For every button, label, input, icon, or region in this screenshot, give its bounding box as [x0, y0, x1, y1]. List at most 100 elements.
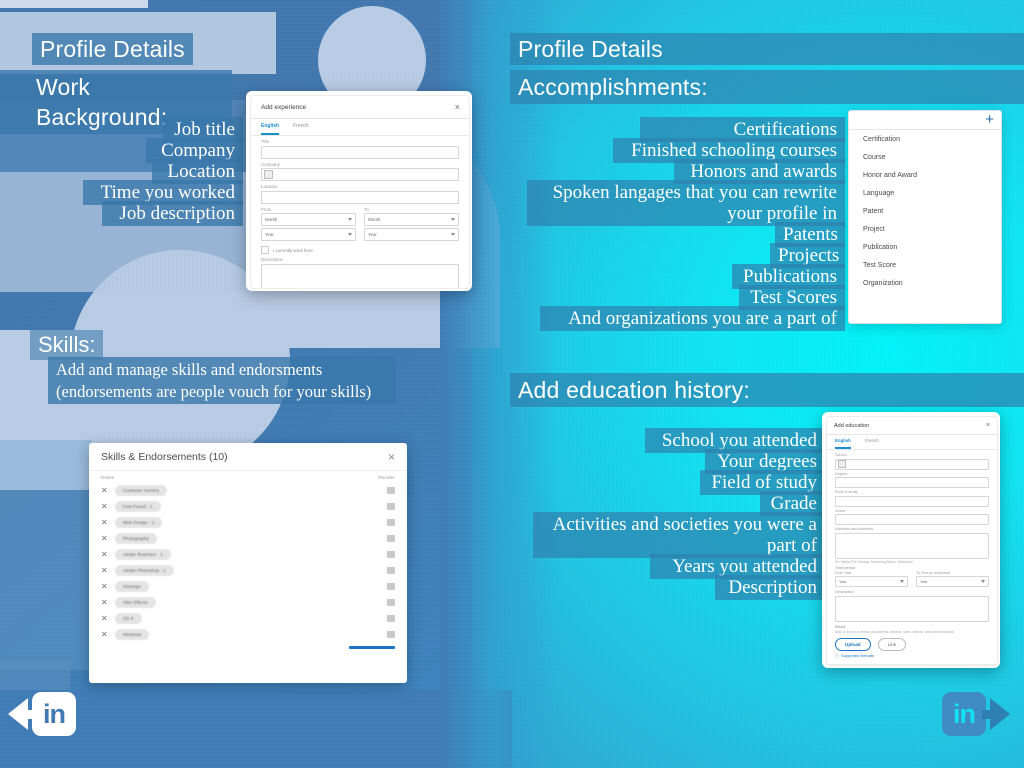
school-input[interactable] [835, 458, 989, 470]
dropdown-option-honor-and-award[interactable]: Honor and Award [849, 166, 1001, 184]
prev-nav-linkedin[interactable]: in [8, 692, 76, 736]
skill-pill[interactable]: After Effects [114, 596, 156, 608]
accomplishments-input-row[interactable]: + [849, 111, 1001, 130]
delete-icon[interactable]: ✕ [101, 566, 108, 575]
reorder-handle-icon[interactable] [387, 486, 395, 494]
to-year-select[interactable]: Year [364, 228, 459, 241]
column-reorder: Reorder [378, 475, 395, 480]
reorder-handle-icon[interactable] [387, 582, 395, 590]
tab-english[interactable]: English [835, 438, 851, 449]
tab-french[interactable]: French [293, 123, 309, 135]
tab-french[interactable]: French [865, 438, 879, 449]
edu-to-year-select[interactable]: Year [916, 576, 989, 587]
from-month-select[interactable]: Month [261, 213, 356, 226]
add-experience-language-tabs: English French [251, 119, 469, 136]
delete-icon[interactable]: ✕ [101, 630, 108, 639]
to-year-value: Year [368, 232, 377, 237]
to-month-select[interactable]: Month [364, 213, 459, 226]
delete-icon[interactable]: ✕ [101, 598, 108, 607]
skill-row[interactable]: ✕ Adobe Photoshop · 1 [89, 562, 407, 578]
chevron-down-icon [451, 233, 455, 236]
skill-row[interactable]: ✕ InDesign [89, 578, 407, 594]
supported-formats-link[interactable]: ⓘ Supported formats [827, 651, 997, 659]
reorder-handle-icon[interactable] [387, 534, 395, 542]
reorder-handle-icon[interactable] [387, 518, 395, 526]
field-degree-label: Degree [835, 471, 848, 476]
skill-row[interactable]: ✕ Fast Paced · 1 [89, 498, 407, 514]
from-year-select[interactable]: Year [261, 228, 356, 241]
right-item-languages: Spoken langages that you can rewrite you… [527, 180, 845, 226]
upload-button[interactable]: Upload [835, 637, 871, 651]
skills-endorsements-dialog[interactable]: Skills & Endorsements (10) × Delete Reor… [89, 443, 407, 683]
delete-icon[interactable]: ✕ [101, 502, 108, 511]
skill-row[interactable]: ✕ Web Design · 1 [89, 514, 407, 530]
grade-input[interactable] [835, 514, 989, 525]
skill-pill[interactable]: Customer Service [114, 484, 168, 496]
accomplishments-dropdown[interactable]: + Certification Course Honor and Award L… [848, 110, 1002, 324]
skill-pill[interactable]: Windows [114, 628, 150, 640]
add-education-dialog[interactable]: Add education × English French School De… [822, 412, 1000, 668]
dropdown-option-publication[interactable]: Publication [849, 238, 1001, 256]
add-experience-dialog[interactable]: Add experience × English French Title Co… [246, 91, 472, 291]
activities-textarea[interactable] [835, 532, 989, 559]
dropdown-option-course[interactable]: Course [849, 148, 1001, 166]
skill-row[interactable]: ✕ OS X [89, 610, 407, 626]
location-input[interactable] [261, 190, 459, 204]
month-selects-row: Month Month [251, 213, 469, 226]
skill-pill[interactable]: Photography [114, 532, 157, 544]
left-item-job-description: Job description [102, 201, 243, 226]
description-textarea[interactable] [261, 264, 459, 288]
to-month-value: Month [368, 217, 381, 222]
add-experience-title: Add experience [261, 104, 307, 111]
delete-icon[interactable]: ✕ [101, 534, 108, 543]
close-icon[interactable]: × [986, 422, 990, 429]
tab-english[interactable]: English [261, 123, 280, 135]
close-icon[interactable]: × [388, 451, 395, 463]
chevron-down-icon [900, 580, 904, 583]
skill-pill[interactable]: Adobe Illustrator · 1 [114, 548, 171, 560]
skill-row[interactable]: ✕ Photography [89, 530, 407, 546]
close-icon[interactable]: × [455, 103, 460, 112]
plus-icon[interactable]: + [985, 112, 994, 127]
delete-icon[interactable]: ✕ [101, 550, 108, 559]
dropdown-option-patent[interactable]: Patent [849, 202, 1001, 220]
dropdown-option-test-score[interactable]: Test Score [849, 256, 1001, 274]
delete-icon[interactable]: ✕ [101, 518, 108, 527]
next-nav-linkedin[interactable]: in [942, 692, 1010, 736]
edu-description-textarea[interactable] [835, 595, 989, 622]
reorder-handle-icon[interactable] [387, 566, 395, 574]
reorder-handle-icon[interactable] [387, 598, 395, 606]
company-input[interactable] [261, 168, 459, 181]
skill-row[interactable]: ✕ Customer Service [89, 482, 407, 498]
skill-pill[interactable]: Fast Paced · 1 [114, 500, 161, 512]
skill-row[interactable]: ✕ After Effects [89, 594, 407, 610]
field-edu-description: Description [827, 587, 997, 594]
currently-work-here-row[interactable]: I currently work here [251, 241, 469, 254]
skill-pill[interactable]: Adobe Photoshop · 1 [114, 564, 174, 576]
link-button[interactable]: Link [877, 637, 907, 651]
add-education-title: Add education [834, 422, 870, 429]
chevron-down-icon [451, 218, 455, 221]
reorder-handle-icon[interactable] [387, 614, 395, 622]
degree-input[interactable] [835, 477, 989, 488]
field-edu-description-label: Description [835, 590, 854, 594]
delete-icon[interactable]: ✕ [101, 614, 108, 623]
edu-from-year-select[interactable]: Year [835, 576, 908, 587]
reorder-handle-icon[interactable] [387, 630, 395, 638]
dropdown-option-certification[interactable]: Certification [849, 130, 1001, 148]
skill-pill[interactable]: InDesign [114, 580, 149, 592]
skill-pill[interactable]: Web Design · 1 [114, 516, 163, 528]
reorder-handle-icon[interactable] [387, 550, 395, 558]
skill-row[interactable]: ✕ Windows [89, 626, 407, 642]
title-input[interactable] [261, 145, 459, 159]
skill-pill[interactable]: OS X [114, 612, 142, 624]
field-of-study-input[interactable] [835, 495, 989, 507]
delete-icon[interactable]: ✕ [101, 486, 108, 495]
skill-row[interactable]: ✕ Adobe Illustrator · 1 [89, 546, 407, 562]
reorder-handle-icon[interactable] [387, 502, 395, 510]
dropdown-option-project[interactable]: Project [849, 220, 1001, 238]
dropdown-option-organization[interactable]: Organization [849, 274, 1001, 292]
dropdown-option-language[interactable]: Language [849, 184, 1001, 202]
delete-icon[interactable]: ✕ [101, 582, 108, 591]
currently-work-here-checkbox[interactable] [261, 246, 269, 254]
